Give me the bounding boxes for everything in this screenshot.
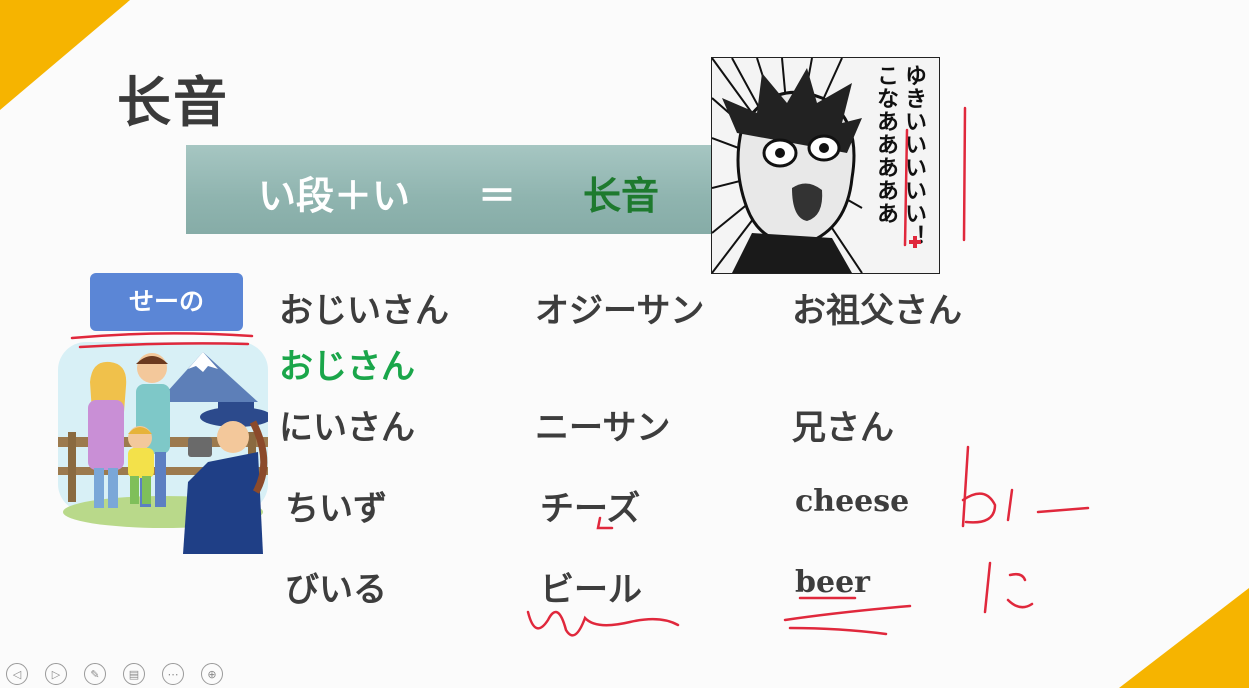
word-ojiisan-kanji: お祖父さん: [792, 291, 962, 331]
manga-text-line-1: こなあああああ: [873, 64, 898, 225]
slides-overview-icon[interactable]: ▤: [123, 663, 145, 685]
family-photo-illustration: [58, 342, 272, 554]
slideshow-controls: ◁ ▷ ✎ ▤ ⋯ ⊕: [6, 663, 223, 687]
formula-banner: い段＋い ＝ 长音: [186, 145, 711, 234]
formula-equals: ＝: [478, 174, 517, 218]
word-niisan-katakana: ニーサン: [535, 408, 671, 448]
word-niisan-kanji: 兄さん: [792, 408, 894, 448]
manga-illustration: こなあああああ ゆきいいいいい！: [711, 57, 940, 274]
word-chiizu-hiragana: ちいず: [285, 489, 387, 529]
word-biiru-hiragana: びいる: [285, 570, 387, 610]
word-niisan-hiragana: にいさん: [279, 408, 415, 448]
manga-text-line-2: ゆきいいいいい！: [901, 64, 926, 248]
prev-slide-icon[interactable]: ◁: [6, 663, 28, 685]
corner-decoration-bottom-right: [1119, 588, 1249, 688]
corner-decoration-top-left: [0, 0, 130, 110]
next-slide-icon[interactable]: ▷: [45, 663, 67, 685]
word-ojisan-hiragana: おじさん: [279, 347, 415, 387]
zoom-icon[interactable]: ⊕: [201, 663, 223, 685]
word-beer-english: beer: [795, 565, 870, 600]
formula-left: い段＋い: [258, 174, 411, 218]
say-together-button[interactable]: せーの: [90, 273, 243, 331]
word-cheese-english: cheese: [795, 484, 910, 519]
slide-title: 长音: [117, 71, 229, 134]
word-chiizu-katakana: チーズ: [540, 489, 641, 529]
word-biiru-katakana: ビール: [540, 570, 642, 610]
formula-result: 长音: [583, 174, 660, 218]
more-options-icon[interactable]: ⋯: [162, 663, 184, 685]
word-ojiisan-katakana: オジーサン: [535, 291, 705, 331]
pen-tool-icon[interactable]: ✎: [84, 663, 106, 685]
word-ojiisan-hiragana: おじいさん: [279, 291, 449, 331]
